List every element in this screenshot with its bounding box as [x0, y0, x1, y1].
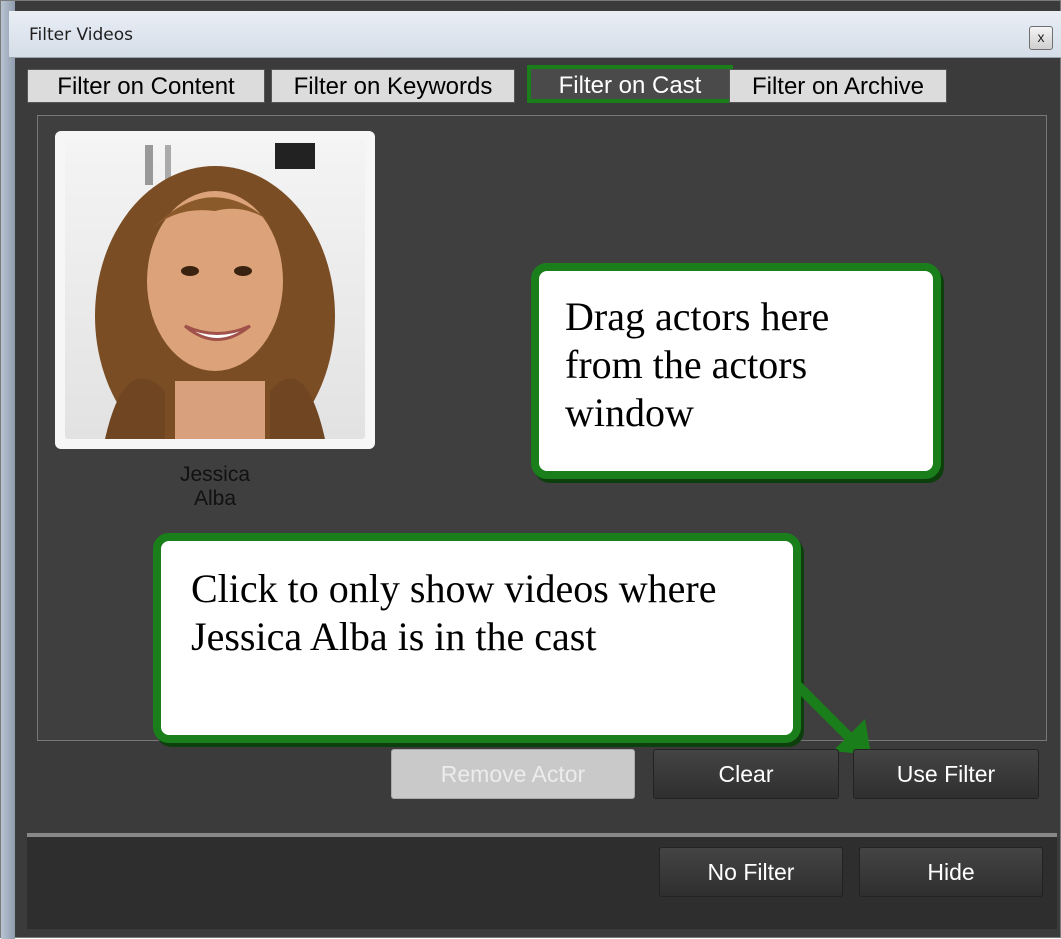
hide-button[interactable]: Hide	[859, 847, 1043, 897]
clear-button[interactable]: Clear	[653, 749, 839, 799]
no-filter-button[interactable]: No Filter	[659, 847, 843, 897]
actor-portrait-illustration	[95, 143, 335, 439]
use-filter-button[interactable]: Use Filter	[853, 749, 1039, 799]
tab-filter-on-archive[interactable]: Filter on Archive	[729, 69, 947, 103]
actor-card[interactable]	[55, 131, 375, 449]
tab-filter-on-keywords[interactable]: Filter on Keywords	[271, 69, 515, 103]
window-left-edge	[1, 1, 15, 939]
filter-videos-window: Filter Videos x Filter on Content Filter…	[0, 0, 1061, 939]
actor-photo	[65, 141, 365, 439]
remove-actor-button[interactable]: Remove Actor	[391, 749, 635, 799]
close-icon: x	[1037, 29, 1045, 45]
use-filter-callout: Click to only show videos where Jessica …	[153, 533, 801, 743]
drag-actors-callout: Drag actors here from the actors window	[531, 263, 941, 479]
actor-name-label: Jessica Alba	[155, 463, 275, 511]
tab-filter-on-content[interactable]: Filter on Content	[27, 69, 265, 103]
tab-filter-on-cast[interactable]: Filter on Cast	[527, 65, 733, 103]
actor-last-name: Alba	[193, 487, 237, 510]
window-title: Filter Videos	[29, 25, 133, 45]
close-button[interactable]: x	[1029, 26, 1053, 50]
actor-first-name: Jessica	[179, 463, 251, 486]
title-bar[interactable]: Filter Videos x	[9, 11, 1061, 58]
